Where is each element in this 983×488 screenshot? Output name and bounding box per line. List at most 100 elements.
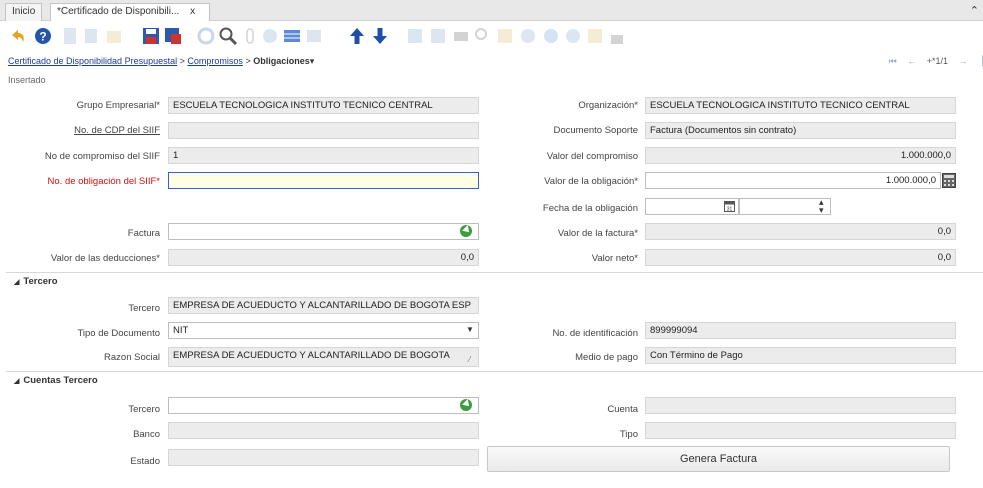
tab-inicio-label: Inicio	[12, 6, 36, 17]
help-icon[interactable]: ?	[33, 26, 53, 46]
tab-certificado[interactable]: *Certificado de Disponibili... x	[50, 3, 210, 21]
documento-soporte-label: Documento Soporte	[553, 125, 639, 136]
attachment-icon[interactable]	[240, 26, 260, 46]
no-cdp-field[interactable]	[168, 122, 479, 139]
cuentas-tercero-section-header[interactable]: ◢ Cuentas Tercero	[6, 371, 983, 388]
archive-icon[interactable]	[428, 26, 448, 46]
banco-field[interactable]	[168, 422, 479, 439]
first-record-icon[interactable]: ⏮	[889, 56, 897, 66]
valor-deducciones-field[interactable]: 0,0	[168, 249, 479, 266]
toolbar: ?	[0, 21, 983, 51]
valor-compromiso-label: Valor del compromiso	[546, 151, 638, 162]
breadcrumb-cdp-link[interactable]: Certificado de Disponibilidad Presupuest…	[8, 56, 177, 66]
valor-neto-field[interactable]: 0,0	[645, 249, 956, 266]
report-icon[interactable]	[405, 26, 425, 46]
breadcrumb-sep: >	[245, 56, 251, 66]
factura-label: Factura	[127, 228, 160, 239]
new-record-icon[interactable]	[60, 26, 80, 46]
estado-field[interactable]	[168, 449, 479, 466]
tipo-documento-select[interactable]: NIT	[168, 322, 479, 339]
save-icon[interactable]	[141, 26, 161, 46]
grupo-empresarial-label: Grupo Empresarial*	[76, 100, 160, 111]
valor-obligacion-label: Valor de la obligación*	[544, 176, 638, 187]
cuenta-label: Cuenta	[607, 404, 638, 415]
factura-input[interactable]	[168, 223, 479, 240]
print-icon[interactable]	[451, 26, 471, 46]
grid-toggle-icon[interactable]	[282, 26, 302, 46]
medio-pago-field[interactable]: Con Término de Pago	[645, 347, 956, 364]
tab-close-icon[interactable]: x	[190, 6, 195, 17]
estado-label: Estado	[130, 456, 160, 467]
save-new-icon[interactable]	[163, 26, 183, 46]
valor-compromiso-field[interactable]: 1.000.000,0	[645, 147, 956, 164]
collapse-up-icon[interactable]: ⌃	[970, 4, 979, 17]
razon-social-field[interactable]: EMPRESA DE ACUEDUCTO Y ALCANTARILLADO DE…	[168, 347, 479, 367]
razon-social-label: Razon Social	[104, 352, 160, 363]
history-icon[interactable]	[304, 26, 324, 46]
request-icon[interactable]	[495, 26, 515, 46]
refresh-icon[interactable]	[196, 26, 216, 46]
breadcrumb-menu-icon[interactable]: ▾	[310, 56, 315, 66]
cuentas-tercero-section-title: Cuentas Tercero	[23, 375, 98, 386]
grupo-empresarial-field[interactable]: ESCUELA TECNOLOGICA INSTITUTO TECNICO CE…	[168, 97, 479, 114]
next-record-icon[interactable]: →	[959, 56, 968, 66]
documento-soporte-field[interactable]: Factura (Documentos sin contrato)	[645, 122, 956, 139]
svg-text:?: ?	[39, 30, 46, 44]
no-obligacion-label: No. de obligación del SIIF*	[47, 176, 160, 187]
tercero-section-header[interactable]: ◢ Tercero	[6, 272, 983, 289]
calendar-icon[interactable]: 31	[724, 200, 735, 212]
cuenta-field[interactable]	[645, 397, 956, 414]
no-compromiso-label: No de compromiso del SIIF	[44, 151, 160, 162]
resize-handle-icon[interactable]: ⁄	[469, 355, 470, 364]
factura-lookup-icon[interactable]	[460, 225, 472, 237]
post-it-icon[interactable]	[585, 26, 605, 46]
cuentas-tercero-input[interactable]	[168, 397, 479, 414]
valor-obligacion-input[interactable]: 1.000.000,0	[645, 172, 941, 189]
calculator-icon[interactable]	[942, 173, 956, 188]
zoom-across-icon[interactable]	[473, 26, 493, 46]
organizacion-field[interactable]: ESCUELA TECNOLOGICA INSTITUTO TECNICO CE…	[645, 97, 956, 114]
no-compromiso-field[interactable]: 1	[168, 147, 479, 164]
tercero-label: Tercero	[128, 303, 160, 314]
tercero-field[interactable]: EMPRESA DE ACUEDUCTO Y ALCANTARILLADO DE…	[168, 297, 479, 314]
no-obligacion-input[interactable]	[168, 172, 479, 189]
no-cdp-label[interactable]: No. de CDP del SIIF	[74, 125, 160, 136]
banco-label: Banco	[133, 429, 160, 440]
dropdown-arrow-icon[interactable]: ▼	[466, 325, 474, 334]
copy-record-icon[interactable]	[82, 26, 102, 46]
parent-record-up-icon[interactable]	[347, 26, 367, 46]
tab-bar: Inicio *Certificado de Disponibili... x …	[0, 0, 983, 21]
fecha-obligacion-label: Fecha de la obligación	[542, 203, 638, 214]
chat-icon[interactable]	[260, 26, 280, 46]
breadcrumb: Certificado de Disponibilidad Presupuest…	[8, 56, 314, 67]
record-status: Insertado	[8, 75, 46, 85]
time-spinner-icon[interactable]: ▴ ▾	[819, 198, 824, 215]
cuentas-tercero-lookup-icon[interactable]	[460, 399, 472, 411]
lock-icon[interactable]	[607, 26, 627, 46]
no-identificacion-field[interactable]: 899999094	[645, 322, 956, 339]
fecha-obligacion-time-input[interactable]	[739, 198, 831, 215]
product-info-icon[interactable]	[541, 26, 561, 46]
no-identificacion-label: No. de identificación	[552, 328, 638, 339]
collapse-triangle-icon: ◢	[14, 279, 20, 286]
breadcrumb-current: Obligaciones	[253, 56, 310, 66]
last-record-icon[interactable]: ▕	[976, 56, 983, 66]
search-icon[interactable]	[218, 26, 238, 46]
valor-neto-label: Valor neto*	[591, 253, 638, 264]
genera-factura-button[interactable]: Genera Factura	[487, 446, 950, 472]
tercero-section-title: Tercero	[23, 276, 58, 287]
valor-factura-field[interactable]: 0,0	[645, 223, 956, 240]
previous-record-icon[interactable]: ←	[907, 56, 916, 66]
process-icon[interactable]	[563, 26, 583, 46]
tab-inicio[interactable]: Inicio	[5, 3, 43, 21]
undo-icon[interactable]	[8, 26, 28, 46]
valor-deducciones-label: Valor de las deducciones*	[50, 253, 160, 264]
tipo-documento-label: Tipo de Documento	[77, 328, 160, 339]
record-counter: +*1/1	[926, 56, 949, 66]
tipo-field[interactable]	[645, 422, 956, 439]
record-navigator: ⏮ ← +*1/1 → ▕	[889, 56, 983, 67]
workflow-icon[interactable]	[518, 26, 538, 46]
breadcrumb-compromisos-link[interactable]: Compromisos	[187, 56, 243, 66]
delete-icon[interactable]	[104, 26, 124, 46]
detail-record-down-icon[interactable]	[370, 26, 390, 46]
